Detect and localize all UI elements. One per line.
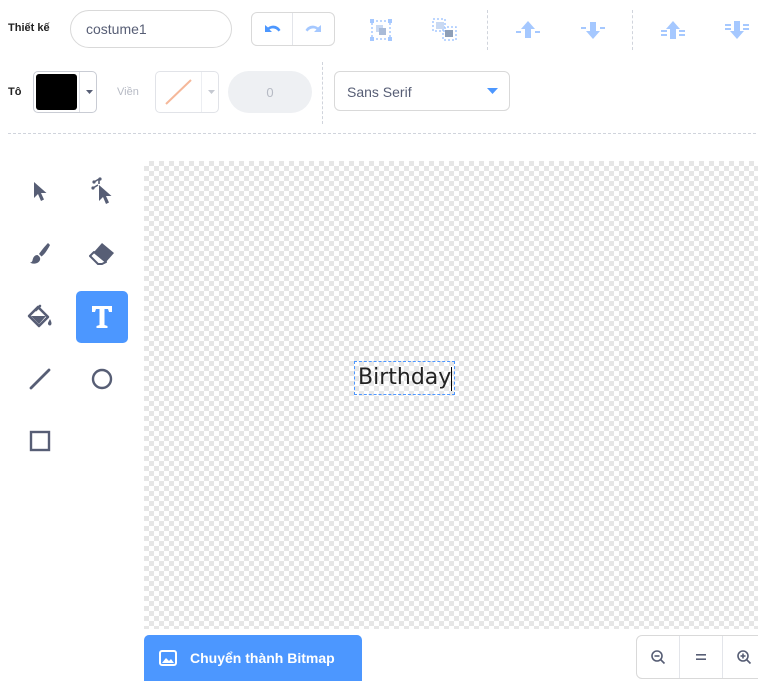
redo-button[interactable]: [293, 13, 334, 45]
backward-icon: [581, 22, 605, 39]
send-to-back-button[interactable]: [722, 16, 752, 44]
group-button[interactable]: [368, 16, 394, 44]
toolbar-divider-2: [632, 10, 633, 50]
circle-tool[interactable]: [76, 353, 128, 405]
chevron-down-icon: [207, 89, 215, 94]
ungroup-icon: [432, 18, 457, 41]
zoom-in-icon: [737, 650, 752, 665]
undo-button[interactable]: [252, 13, 293, 45]
reshape-pointer-icon: [91, 177, 112, 204]
toolbar-divider: [487, 10, 488, 50]
eraser-tool[interactable]: [76, 227, 128, 279]
select-tool[interactable]: [14, 165, 66, 217]
eraser-icon: [89, 243, 114, 265]
bring-to-front-icon: [661, 21, 685, 39]
zoom-out-button[interactable]: [637, 636, 680, 678]
no-color-icon: [165, 79, 192, 105]
text-t-icon: [92, 306, 112, 328]
forward-icon: [516, 21, 540, 38]
forward-button[interactable]: [513, 16, 543, 44]
costume-name-input[interactable]: [70, 10, 232, 48]
brush-tool[interactable]: [14, 227, 66, 279]
text-object[interactable]: Birthday: [354, 361, 456, 395]
outline-color-picker[interactable]: [155, 71, 219, 113]
property-divider: [322, 62, 323, 124]
brush-icon: [30, 243, 50, 264]
costume-label: Thiết kế: [8, 22, 50, 34]
outline-label: Viền: [117, 86, 139, 98]
toolbar-bottom-divider: [8, 133, 756, 134]
rectangle-icon: [29, 430, 51, 452]
arrow-pointer-icon: [34, 182, 47, 201]
undo-icon: [265, 25, 281, 32]
redo-icon: [305, 25, 321, 32]
text-object-content: Birthday: [358, 365, 452, 390]
zoom-controls: [636, 635, 758, 679]
group-icon: [370, 19, 392, 41]
line-icon: [29, 368, 51, 390]
fill-dropdown-caret[interactable]: [79, 72, 98, 112]
circle-icon: [91, 368, 113, 390]
bring-to-front-button[interactable]: [658, 16, 688, 44]
image-icon: [159, 650, 177, 666]
fill-label: Tô: [8, 86, 22, 98]
text-cursor: [451, 367, 453, 391]
zoom-in-button[interactable]: [723, 636, 758, 678]
font-dropdown[interactable]: Sans Serif: [334, 71, 510, 111]
font-dropdown-value: Sans Serif: [347, 84, 412, 100]
outline-width-input[interactable]: 0: [228, 71, 312, 113]
rectangle-tool[interactable]: [14, 415, 66, 467]
send-to-back-icon: [725, 21, 749, 39]
line-tool[interactable]: [14, 353, 66, 405]
fill-color-picker[interactable]: [33, 71, 97, 113]
paint-bucket-icon: [27, 304, 52, 328]
chevron-down-icon: [85, 89, 93, 94]
zoom-out-icon: [651, 650, 666, 665]
fill-tool[interactable]: [14, 291, 66, 343]
outline-color-swatch: [158, 74, 199, 110]
backward-button[interactable]: [578, 16, 608, 44]
convert-to-bitmap-label: Chuyển thành Bitmap: [190, 650, 335, 666]
caret-down-icon: [487, 88, 498, 94]
outline-dropdown-caret[interactable]: [201, 72, 220, 112]
convert-to-bitmap-button[interactable]: Chuyển thành Bitmap: [144, 635, 362, 681]
zoom-reset-button[interactable]: [680, 636, 723, 678]
fill-color-swatch: [36, 74, 77, 110]
zoom-reset-icon: [696, 654, 706, 660]
text-tool[interactable]: [76, 291, 128, 343]
reshape-tool[interactable]: [76, 165, 128, 217]
ungroup-button[interactable]: [430, 16, 460, 44]
paint-canvas[interactable]: Birthday: [144, 161, 758, 629]
undo-redo-group: [251, 12, 335, 46]
